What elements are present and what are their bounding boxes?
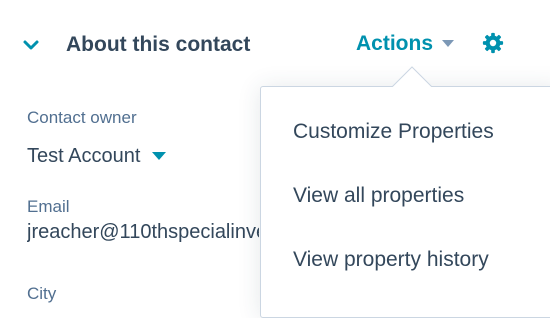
actions-label: Actions [356, 32, 434, 55]
menu-item-customize-properties[interactable]: Customize Properties [293, 120, 494, 144]
dropdown-pointer [392, 66, 432, 87]
chevron-down-icon[interactable] [22, 38, 40, 52]
menu-item-view-property-history[interactable]: View property history [293, 248, 489, 272]
actions-dropdown-button[interactable]: Actions [356, 32, 455, 56]
caret-down-icon [442, 40, 455, 47]
caret-down-icon [152, 152, 167, 160]
email-field[interactable]: jreacher@110thspecialinvestigators.com [27, 221, 259, 244]
menu-item-view-all-properties[interactable]: View all properties [293, 184, 464, 208]
contact-owner-value: Test Account [27, 145, 141, 167]
section-title[interactable]: About this contact [66, 33, 250, 57]
email-label: Email [27, 197, 70, 216]
gear-icon[interactable] [482, 32, 504, 54]
contact-owner-label: Contact owner [27, 108, 137, 127]
contact-owner-select[interactable]: Test Account [27, 145, 167, 168]
contact-section-header: About this contact Actions [0, 0, 550, 90]
city-label: City [27, 284, 57, 303]
